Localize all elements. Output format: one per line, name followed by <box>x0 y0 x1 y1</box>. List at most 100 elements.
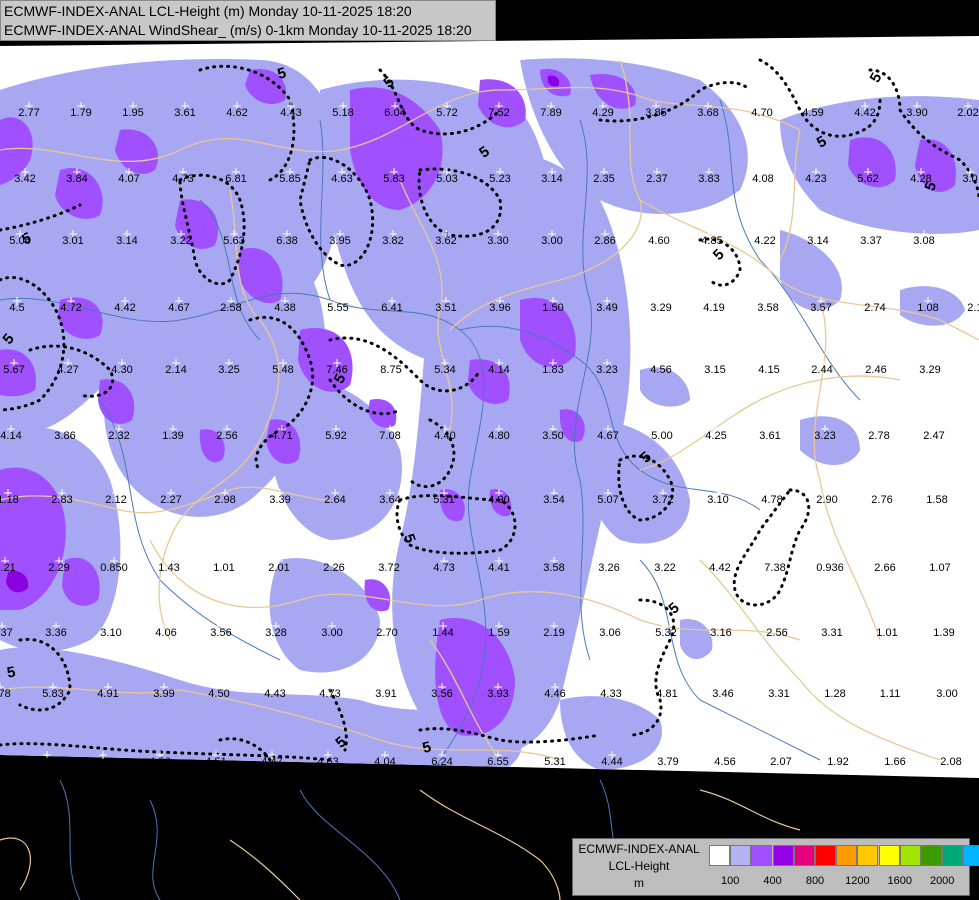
legend-tick: 400 <box>763 875 782 887</box>
windshear-value: 3.39 <box>269 494 290 506</box>
windshear-value: 4.63 <box>317 756 338 768</box>
windshear-value: 4.40 <box>434 430 455 442</box>
windshear-value: 3.22 <box>654 562 675 574</box>
weather-map: 5 5 5 5 5 5 5 5 5 5 5 5 5 5 5 5 2.77 1.79… <box>0 36 979 900</box>
windshear-value: 4.56 <box>650 364 671 376</box>
windshear-value: 3.28 <box>265 627 286 639</box>
windshear-value: 6.44 <box>92 756 113 768</box>
windshear-value: 2.47 <box>923 430 944 442</box>
windshear-value: 4.14 <box>0 430 21 442</box>
windshear-value: 7.89 <box>540 107 561 119</box>
legend-title-2: LCL-Height <box>608 859 670 873</box>
windshear-value: 1.44 <box>432 627 453 639</box>
windshear-value: 4.25 <box>705 430 726 442</box>
windshear-value: 6.41 <box>381 302 402 314</box>
windshear-value: 3.64 <box>379 494 400 506</box>
windshear-value: 2.37 <box>646 173 667 185</box>
windshear-value: 2.90 <box>816 494 837 506</box>
legend-swatch <box>963 845 979 866</box>
windshear-value: 5.07 <box>597 494 618 506</box>
windshear-value: 5.63 <box>223 235 244 247</box>
windshear-value: 4.04 <box>374 756 395 768</box>
windshear-value: 3.06 <box>599 627 620 639</box>
windshear-value: 3.25 <box>218 364 239 376</box>
legend-swatch <box>942 845 964 866</box>
legend-swatch <box>709 845 730 866</box>
windshear-value: 1.79 <box>70 107 91 119</box>
windshear-value: 3.72 <box>652 494 673 506</box>
windshear-value: 3.30 <box>487 235 508 247</box>
windshear-value: 3.56 <box>431 688 452 700</box>
windshear-value: 3.68 <box>697 107 718 119</box>
windshear-value: 4.47 <box>261 756 282 768</box>
windshear-value: 3.54 <box>543 494 564 506</box>
windshear-value: 1.07 <box>929 562 950 574</box>
windshear-value: 4.81 <box>656 688 677 700</box>
windshear-value: 3.51 <box>435 302 456 314</box>
windshear-value: 2.27 <box>160 494 181 506</box>
windshear-value: 3.23 <box>814 430 835 442</box>
windshear-value: 5.31 <box>544 756 565 768</box>
windshear-value: 4.67 <box>168 302 189 314</box>
windshear-value: 2.08 <box>940 756 961 768</box>
windshear-value: 6.81 <box>225 173 246 185</box>
windshear-value: 6.55 <box>487 756 508 768</box>
windshear-value: 5.32 <box>655 627 676 639</box>
legend-swatch <box>772 845 794 866</box>
windshear-value: 2.26 <box>323 562 344 574</box>
windshear-value: 1.66 <box>884 756 905 768</box>
windshear-value: 5.03 <box>436 173 457 185</box>
windshear-value: 5.83 <box>383 173 404 185</box>
windshear-value: 2.44 <box>811 364 832 376</box>
windshear-value: 2.98 <box>214 494 235 506</box>
windshear-value: 7.08 <box>379 430 400 442</box>
windshear-value: 1.28 <box>824 688 845 700</box>
windshear-value: 1.08 <box>917 302 938 314</box>
windshear-value: 0.850 <box>100 562 128 574</box>
windshear-value: 3.90 <box>906 107 927 119</box>
windshear-value: 3.42 <box>14 173 35 185</box>
windshear-value: 4.85 <box>701 235 722 247</box>
windshear-value: 3.82 <box>382 235 403 247</box>
windshear-value: 2.66 <box>874 562 895 574</box>
legend-swatch <box>751 845 773 866</box>
windshear-value: 6.04 <box>384 107 405 119</box>
windshear-value: 2.77 <box>18 107 39 119</box>
windshear-value: 7.52 <box>488 107 509 119</box>
windshear-value: 3.56 <box>210 627 231 639</box>
windshear-value: 2.32 <box>108 430 129 442</box>
windshear-value: 2.76 <box>871 494 892 506</box>
windshear-value: 5.92 <box>325 430 346 442</box>
windshear-value: 4.73 <box>172 173 193 185</box>
windshear-value: 2.58 <box>220 302 241 314</box>
legend-swatch <box>878 845 900 866</box>
windshear-value: 3.08 <box>913 235 934 247</box>
legend-swatch <box>815 845 836 866</box>
windshear-value: 4.30 <box>111 364 132 376</box>
windshear-value: 5.23 <box>489 173 510 185</box>
windshear-value: 4.72 <box>60 302 81 314</box>
windshear-value: 4.59 <box>802 107 823 119</box>
windshear-value: 5.83 <box>42 688 63 700</box>
windshear-value: 4.38 <box>274 302 295 314</box>
windshear-value: 4.67 <box>597 430 618 442</box>
windshear-value: 2.56 <box>766 627 787 639</box>
windshear-value: 3.58 <box>757 302 778 314</box>
windshear-value: 4.22 <box>754 235 775 247</box>
windshear-value: 1.39 <box>933 627 954 639</box>
windshear-value: 2.01 <box>268 562 289 574</box>
windshear-value: 8.75 <box>380 364 401 376</box>
windshear-value: 3.72 <box>378 562 399 574</box>
windshear-value: 4.29 <box>592 107 613 119</box>
windshear-value: 3.14 <box>541 173 562 185</box>
windshear-value: 3.91 <box>375 688 396 700</box>
windshear-value: 4.42 <box>114 302 135 314</box>
windshear-value: 5.55 <box>327 302 348 314</box>
windshear-value: 4.44 <box>601 756 622 768</box>
windshear-value: 4.43 <box>264 688 285 700</box>
windshear-value: 4.80 <box>488 430 509 442</box>
legend-swatch <box>899 845 921 866</box>
windshear-value: 4.07 <box>118 173 139 185</box>
windshear-value: 3.29 <box>650 302 671 314</box>
windshear-value: 3.83 <box>698 173 719 185</box>
